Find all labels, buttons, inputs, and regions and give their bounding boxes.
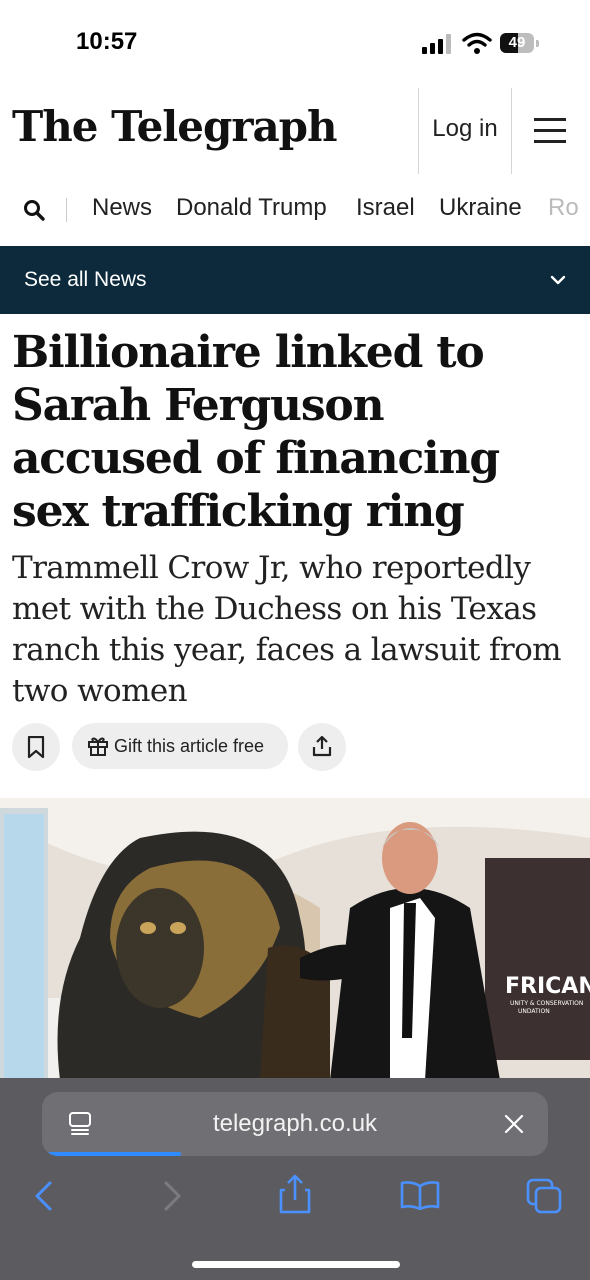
forward-icon[interactable]: [160, 1180, 184, 1212]
nav-item-ro[interactable]: Ro: [548, 194, 579, 222]
gift-article-label: Gift this article free: [114, 736, 265, 756]
nav-item-ukraine[interactable]: Ukraine: [439, 194, 522, 222]
article-standfirst: Trammell Crow Jr, who reportedly met wit…: [12, 550, 562, 709]
banner-text: FRICAN: [505, 974, 590, 999]
tabs-icon[interactable]: [526, 1178, 562, 1214]
chevron-down-icon: [550, 275, 566, 285]
gift-icon: [88, 737, 108, 756]
see-all-news-bar[interactable]: See all News: [0, 246, 590, 314]
url-text: telegraph.co.uk: [212, 1110, 378, 1137]
cellular-signal-icon: [422, 34, 451, 54]
share-button[interactable]: [298, 723, 346, 771]
bookmark-button[interactable]: [12, 723, 60, 771]
address-bar[interactable]: telegraph.co.uk: [42, 1092, 548, 1156]
banner-subtext: UNITY & CONSERVATION: [510, 1000, 583, 1007]
status-bar: 10:57 49: [0, 0, 590, 88]
nav-item-israel[interactable]: Israel: [356, 194, 415, 222]
nav-item-news[interactable]: News: [92, 194, 152, 222]
back-icon[interactable]: [32, 1180, 56, 1212]
masthead: The Telegraph Log in: [0, 88, 590, 175]
section-nav: News Donald Trump Israel Ukraine Ro: [0, 174, 590, 246]
battery-icon: 49: [500, 33, 540, 53]
nav-item-donald-trump[interactable]: Donald Trump: [176, 194, 327, 222]
see-all-news-label: See all News: [24, 268, 147, 291]
nav-divider: [66, 198, 67, 222]
bookmarks-icon[interactable]: [400, 1180, 440, 1210]
bookmark-icon: [27, 736, 45, 758]
share-icon: [312, 735, 332, 757]
article-hero-image: FRICAN UNITY & CONSERVATION UNDATION: [0, 798, 590, 1080]
login-label: Log in: [432, 115, 498, 142]
share-icon[interactable]: [279, 1174, 311, 1214]
search-icon[interactable]: [22, 198, 46, 222]
wifi-icon: [462, 32, 492, 54]
close-icon[interactable]: [504, 1114, 524, 1134]
login-button[interactable]: Log in: [418, 88, 512, 174]
article-headline: Billionaire linked to Sarah Ferguson acc…: [12, 327, 500, 537]
page-load-progress: [48, 1152, 181, 1156]
battery-level: 49: [508, 34, 526, 51]
gift-article-button[interactable]: Gift this article free: [72, 723, 288, 769]
banner-subtext-2: UNDATION: [518, 1008, 550, 1015]
hamburger-menu-icon[interactable]: [534, 118, 568, 144]
status-time: 10:57: [76, 28, 138, 55]
telegraph-logo[interactable]: The Telegraph: [12, 102, 338, 151]
home-indicator: [192, 1261, 400, 1268]
